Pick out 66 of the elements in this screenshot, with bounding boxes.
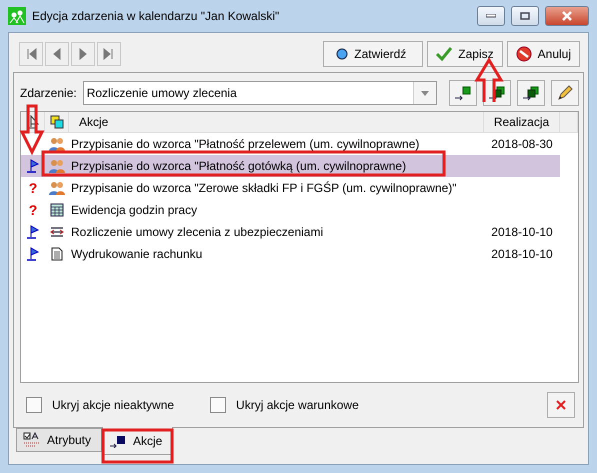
table-cell: Ewidencja godzin pracy bbox=[71, 203, 198, 217]
arrow-square-icon bbox=[109, 434, 128, 448]
table-row[interactable]: ? Ewidencja godzin pracy bbox=[21, 199, 560, 221]
app-icon bbox=[8, 7, 26, 25]
arrow-square-icon bbox=[454, 85, 472, 101]
tab[interactable]: Atrybuty bbox=[16, 428, 102, 452]
people-icon bbox=[48, 158, 66, 174]
close-icon bbox=[562, 11, 572, 21]
table-cell: 2018-10-10 bbox=[491, 225, 553, 239]
action-button[interactable]: Zatwierdź bbox=[323, 41, 424, 67]
highlight-frame bbox=[102, 428, 174, 464]
checkmark-icon bbox=[436, 47, 452, 61]
event-field[interactable]: Rozliczenie umowy zlecenia bbox=[82, 81, 437, 105]
maximize-button[interactable] bbox=[511, 6, 539, 26]
nav-button[interactable] bbox=[71, 42, 95, 66]
copy-icon bbox=[50, 115, 64, 129]
no-entry-icon bbox=[516, 46, 532, 62]
pencil-icon bbox=[557, 85, 573, 101]
nav-button[interactable] bbox=[45, 42, 69, 66]
checkbox[interactable] bbox=[26, 397, 42, 413]
action-button[interactable]: Zapisz bbox=[427, 41, 503, 67]
people-icon bbox=[48, 180, 66, 196]
field-label: Zdarzenie: bbox=[20, 86, 77, 100]
arrow-squares-icon bbox=[488, 85, 506, 101]
close-button[interactable] bbox=[545, 6, 589, 26]
attributes-icon bbox=[23, 432, 41, 448]
checkbox[interactable] bbox=[210, 397, 226, 413]
action-button[interactable]: Anuluj bbox=[506, 41, 580, 67]
checkbox-label: Ukryj akcje warunkowe bbox=[236, 398, 359, 412]
table-cell: Przypisanie do wzorca "Płatność gotówką (um. cywilnoprawne) bbox=[71, 159, 406, 173]
edit-button[interactable] bbox=[551, 80, 579, 106]
table-cell: Przypisanie do wzorca "Płatność przelewem (um. cywilnoprawne) bbox=[71, 137, 420, 151]
minimize-button[interactable] bbox=[477, 6, 505, 26]
table-row[interactable]: Rozliczenie umowy zlecenia z ubezpieczeniami 2018-10-10 bbox=[21, 221, 560, 243]
column-header: Akcje bbox=[79, 115, 108, 129]
document-icon bbox=[51, 247, 63, 261]
table-cell: Wydrukowanie rachunku bbox=[71, 247, 202, 261]
window-title: Edycja zdarzenia w kalendarzu "Jan Kowalski" bbox=[32, 9, 280, 23]
question-mark: ? bbox=[28, 202, 38, 218]
checkbox-label: Ukryj akcje nieaktywne bbox=[52, 398, 174, 412]
table-row[interactable]: ? Przypisanie do wzorca "Zerowe składki FP i FGŚP (um. cywilnoprawne)" bbox=[21, 177, 560, 199]
question-mark: ? bbox=[28, 180, 38, 196]
table-row[interactable]: Wydrukowanie rachunku 2018-10-10 bbox=[21, 243, 560, 265]
people-icon bbox=[48, 136, 66, 152]
table-cell: Przypisanie do wzorca "Zerowe składki FP i FGŚP (um. cywilnoprawne)" bbox=[71, 181, 457, 195]
calendar-icon bbox=[50, 203, 64, 217]
transfer-icon bbox=[50, 226, 64, 238]
nav-button[interactable] bbox=[97, 42, 121, 66]
annotation-arrow bbox=[20, 104, 44, 156]
column-header: Realizacja bbox=[494, 115, 550, 129]
tool-button[interactable] bbox=[449, 80, 477, 106]
minimize-icon bbox=[486, 14, 496, 18]
flag-outline-icon bbox=[26, 115, 38, 129]
table-cell: 2018-10-10 bbox=[491, 247, 553, 261]
nav-button[interactable] bbox=[19, 42, 43, 66]
clear-button[interactable] bbox=[547, 392, 575, 418]
caret-icon bbox=[420, 90, 429, 96]
arrow-squares-icon bbox=[522, 85, 540, 101]
close-icon bbox=[556, 400, 566, 410]
table-row[interactable]: Przypisanie do wzorca "Płatność przelewem (um. cywilnoprawne) 2018-08-30 bbox=[21, 133, 560, 155]
table-cell: Rozliczenie umowy zlecenia z ubezpieczeniami bbox=[71, 225, 324, 239]
restore-icon bbox=[520, 12, 530, 20]
dot-icon bbox=[336, 48, 348, 60]
dropdown-button[interactable] bbox=[412, 82, 436, 104]
tool-button[interactable] bbox=[517, 80, 545, 106]
table-cell: 2018-08-30 bbox=[491, 137, 553, 151]
